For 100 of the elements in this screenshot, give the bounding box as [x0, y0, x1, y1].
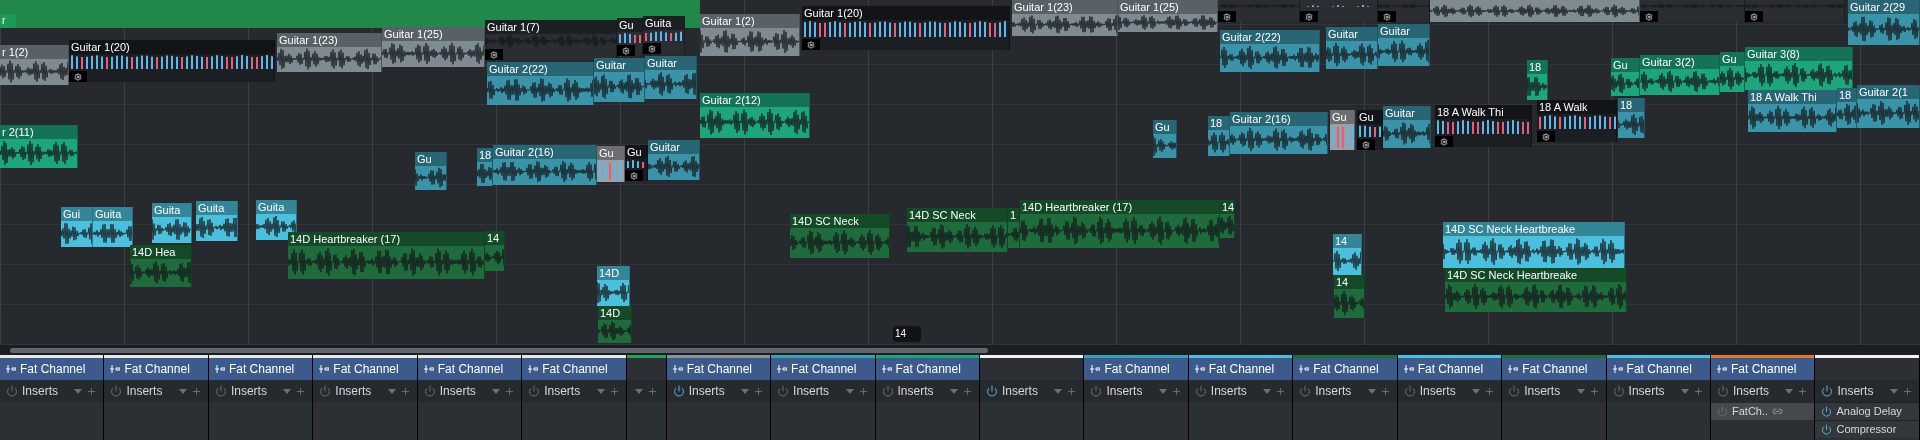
audio-clip[interactable] [1218, 0, 1300, 22]
gear-tag[interactable] [485, 49, 503, 60]
pattern-clip[interactable]: Gu [1357, 110, 1383, 150]
audio-clip[interactable]: Guitar 1(23) [277, 33, 382, 72]
pattern-clip[interactable]: 18 A Walk Thi [1435, 105, 1532, 147]
audio-clip[interactable]: 18 [477, 148, 493, 186]
power-icon[interactable] [319, 385, 332, 397]
audio-clip[interactable]: Guitar [1378, 24, 1430, 66]
power-icon[interactable] [985, 385, 998, 397]
caret-icon[interactable] [178, 388, 187, 394]
pattern-clip[interactable]: 18 A Walk [1537, 100, 1617, 142]
add-icon[interactable] [1797, 385, 1809, 397]
audio-clip[interactable]: Guitar 1(25) [1118, 0, 1218, 32]
audio-clip[interactable]: Guitar 2(12) [700, 93, 810, 138]
power-icon[interactable] [423, 385, 436, 397]
fat-channel-button[interactable]: Fat Channel [1188, 358, 1293, 380]
add-icon[interactable] [399, 385, 411, 397]
fat-channel-button[interactable]: Fat Channel [208, 358, 313, 380]
audio-clip[interactable]: Guitar [1326, 27, 1378, 69]
power-icon[interactable] [1821, 385, 1834, 397]
fat-channel-button[interactable]: Fat Channel [0, 358, 104, 380]
gear-tag[interactable] [1435, 136, 1453, 147]
audio-clip[interactable]: 14 [1334, 275, 1365, 318]
caret-icon[interactable] [634, 388, 643, 394]
insert-slot[interactable]: Analog Delay [1815, 402, 1919, 420]
audio-clip[interactable]: Guitar 2(16) [493, 145, 597, 185]
pattern-clip[interactable]: Guitar 1(20) [802, 6, 1010, 50]
add-icon[interactable] [753, 385, 765, 397]
fat-channel-button[interactable]: Fat Channel [1293, 358, 1397, 380]
add-icon[interactable] [608, 385, 620, 397]
caret-icon[interactable] [283, 388, 292, 394]
add-icon[interactable] [1379, 385, 1391, 397]
caret-icon[interactable] [1054, 388, 1063, 394]
audio-clip[interactable]: Guita [93, 207, 133, 247]
audio-clip[interactable]: Guitar 1(25) [382, 27, 485, 67]
power-icon[interactable] [1194, 385, 1207, 397]
caret-icon[interactable] [1785, 388, 1794, 394]
audio-clip[interactable]: 18 [1208, 116, 1230, 156]
audio-clip[interactable]: 14 [485, 231, 505, 271]
caret-icon[interactable] [1158, 388, 1167, 394]
fat-channel-button[interactable]: Fat Channel [104, 358, 208, 380]
audio-clip[interactable]: 18 [1618, 98, 1645, 138]
audio-clip[interactable]: Gu [1611, 58, 1640, 96]
power-icon[interactable] [1403, 385, 1416, 397]
pattern-clip[interactable]: Gu [617, 18, 643, 56]
pattern-clip[interactable] [1300, 0, 1378, 22]
caret-icon[interactable] [1472, 388, 1481, 394]
power-icon[interactable] [1299, 385, 1312, 397]
audio-clip[interactable]: Gu [415, 152, 447, 190]
audio-clip[interactable]: 14D Heartbreaker (17) [288, 232, 485, 279]
audio-clip[interactable]: Gu [1720, 52, 1745, 92]
fat-channel-button[interactable]: Fat Channel [666, 358, 771, 380]
audio-clip[interactable]: 14D Heartbreaker (17) [1020, 200, 1220, 248]
audio-clip[interactable]: Guitar [594, 58, 645, 102]
caret-icon[interactable] [1367, 388, 1376, 394]
add-icon[interactable] [1066, 385, 1078, 397]
audio-clip[interactable] [1378, 0, 1430, 22]
add-icon[interactable] [1693, 385, 1704, 397]
add-icon[interactable] [1484, 385, 1496, 397]
pattern-clip[interactable]: Gu [1330, 110, 1355, 150]
audio-clip[interactable] [1745, 0, 1845, 22]
audio-clip[interactable]: Guita [196, 201, 238, 241]
audio-clip[interactable]: Guitar 2(29 [1848, 0, 1920, 45]
power-icon[interactable] [1717, 385, 1729, 397]
audio-clip[interactable]: r 1(2) [0, 45, 69, 85]
audio-clip[interactable]: 14 [1333, 234, 1362, 275]
power-icon[interactable] [881, 385, 894, 397]
insert-slot[interactable]: FatCh.. [1711, 402, 1815, 420]
add-icon[interactable] [1901, 385, 1913, 397]
gear-tag[interactable] [1378, 11, 1396, 22]
audio-clip[interactable]: 14D SC Neck Heartbreake [1443, 222, 1625, 268]
audio-clip[interactable]: 18 [1527, 60, 1548, 100]
insert-slot[interactable]: Compressor [1815, 420, 1919, 438]
audio-clip[interactable]: r 2(11) [0, 125, 78, 168]
audio-clip[interactable]: 18 [1837, 88, 1857, 128]
add-icon[interactable] [86, 385, 98, 397]
audio-clip[interactable]: Guitar 1(2) [700, 14, 800, 56]
power-icon[interactable] [110, 385, 123, 397]
caret-icon[interactable] [1681, 388, 1689, 394]
audio-clip[interactable]: Guitar [648, 140, 700, 180]
pattern-clip[interactable]: Guita [643, 16, 685, 54]
gear-tag[interactable] [643, 43, 661, 54]
fat-channel-button[interactable]: Fat Channel [417, 358, 522, 380]
caret-icon[interactable] [387, 388, 396, 394]
add-icon[interactable] [857, 385, 869, 397]
power-icon[interactable] [1821, 406, 1833, 417]
audio-clip[interactable]: 1 [1008, 208, 1020, 248]
gear-tag[interactable] [625, 170, 643, 181]
fat-channel-button[interactable]: Fat Channel [875, 358, 979, 380]
fat-channel-button[interactable]: Fat Channel [1397, 358, 1502, 380]
audio-clip[interactable]: Guitar 3(2) [1640, 55, 1720, 95]
audio-clip[interactable]: Guitar [645, 56, 697, 99]
audio-clip[interactable]: 14D [597, 266, 630, 306]
power-icon[interactable] [214, 385, 227, 397]
add-icon[interactable] [961, 385, 973, 397]
caret-icon[interactable] [949, 388, 958, 394]
pattern-clip[interactable]: Gu [625, 145, 648, 181]
fat-channel-button[interactable]: Fat Channel [771, 358, 875, 380]
power-icon[interactable] [1821, 424, 1833, 435]
add-icon[interactable] [504, 385, 516, 397]
